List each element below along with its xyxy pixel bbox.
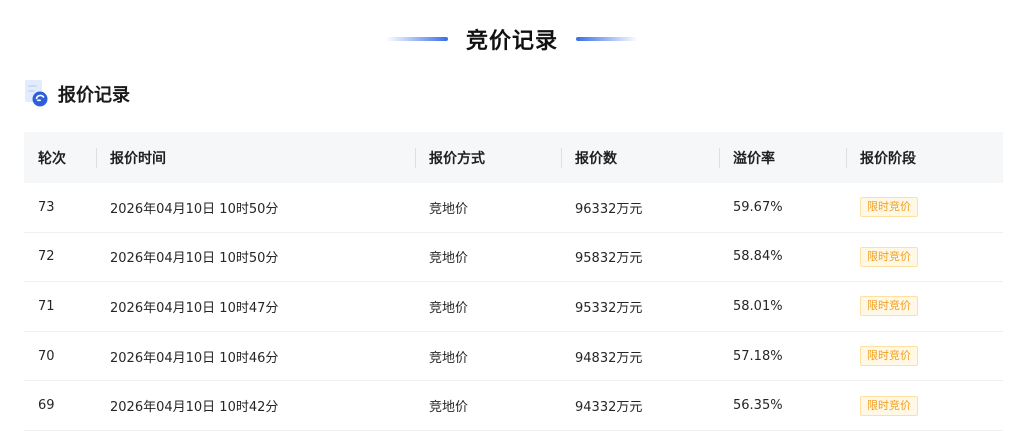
cell-time: 2026年04月10日 10时50分	[110, 251, 279, 267]
cell-premium: 57.18%	[733, 348, 783, 364]
cell-stage: 限时竞价	[846, 346, 1003, 367]
cell-round: 70	[38, 348, 55, 364]
document-record-icon	[25, 80, 48, 107]
cell-stage: 限时竞价	[846, 197, 1003, 218]
stage-badge: 限时竞价	[860, 346, 918, 367]
cell-amount: 95332万元	[575, 300, 643, 316]
cell-round: 72	[38, 249, 55, 265]
cell-method: 竞地价	[429, 350, 469, 366]
cell-amount: 94332万元	[575, 400, 643, 416]
page-title: 竞价记录	[465, 29, 558, 54]
stage-badge: 限时竞价	[860, 246, 918, 267]
header-method: 报价方式	[415, 147, 561, 168]
stage-badge: 限时竞价	[860, 296, 918, 317]
cell-method: 竞地价	[429, 300, 469, 316]
title-decoration-left	[385, 37, 448, 41]
cell-time: 2026年04月10日 10时42分	[110, 400, 279, 416]
table-row: 72 2026年04月10日 10时50分 竞地价 95832万元 58.84%…	[24, 233, 1003, 283]
cell-method: 竞地价	[429, 201, 469, 217]
cell-method: 竞地价	[429, 251, 469, 267]
cell-amount: 96332万元	[575, 201, 643, 217]
bid-record-table: 轮次 报价时间 报价方式 报价数 溢价率 报价阶段 73 2026年04月10日…	[24, 132, 1003, 431]
section-header: 报价记录	[24, 80, 130, 108]
header-round: 轮次	[38, 150, 66, 167]
table-row: 73 2026年04月10日 10时50分 竞地价 96332万元 59.67%…	[24, 183, 1003, 233]
page-title-bar: 竞价记录	[0, 22, 1024, 56]
table-row: 71 2026年04月10日 10时47分 竞地价 95332万元 58.01%…	[24, 282, 1003, 332]
cell-time: 2026年04月10日 10时50分	[110, 201, 279, 217]
table-header: 轮次 报价时间 报价方式 报价数 溢价率 报价阶段	[24, 132, 1003, 183]
cell-round: 73	[38, 199, 55, 215]
title-decoration-right	[576, 37, 638, 41]
header-premium: 溢价率	[719, 147, 846, 168]
cell-amount: 94832万元	[575, 350, 643, 366]
cell-stage: 限时竞价	[846, 395, 1003, 416]
stage-badge: 限时竞价	[860, 197, 918, 218]
header-stage: 报价阶段	[846, 147, 1003, 168]
table-row: 70 2026年04月10日 10时46分 竞地价 94832万元 57.18%…	[24, 332, 1003, 382]
cell-amount: 95832万元	[575, 251, 643, 267]
section-title: 报价记录	[58, 85, 130, 106]
cell-round: 69	[38, 398, 55, 414]
cell-premium: 56.35%	[733, 398, 783, 414]
cell-time: 2026年04月10日 10时46分	[110, 350, 279, 366]
cell-method: 竞地价	[429, 400, 469, 416]
stage-badge: 限时竞价	[860, 395, 918, 416]
cell-stage: 限时竞价	[846, 246, 1003, 267]
table-row: 69 2026年04月10日 10时42分 竞地价 94332万元 56.35%…	[24, 381, 1003, 431]
cell-stage: 限时竞价	[846, 296, 1003, 317]
cell-round: 71	[38, 298, 55, 314]
header-amount: 报价数	[561, 147, 719, 168]
cell-premium: 58.01%	[733, 298, 783, 314]
cell-premium: 59.67%	[733, 199, 783, 215]
cell-time: 2026年04月10日 10时47分	[110, 300, 279, 316]
header-time: 报价时间	[96, 147, 415, 168]
cell-premium: 58.84%	[733, 249, 783, 265]
